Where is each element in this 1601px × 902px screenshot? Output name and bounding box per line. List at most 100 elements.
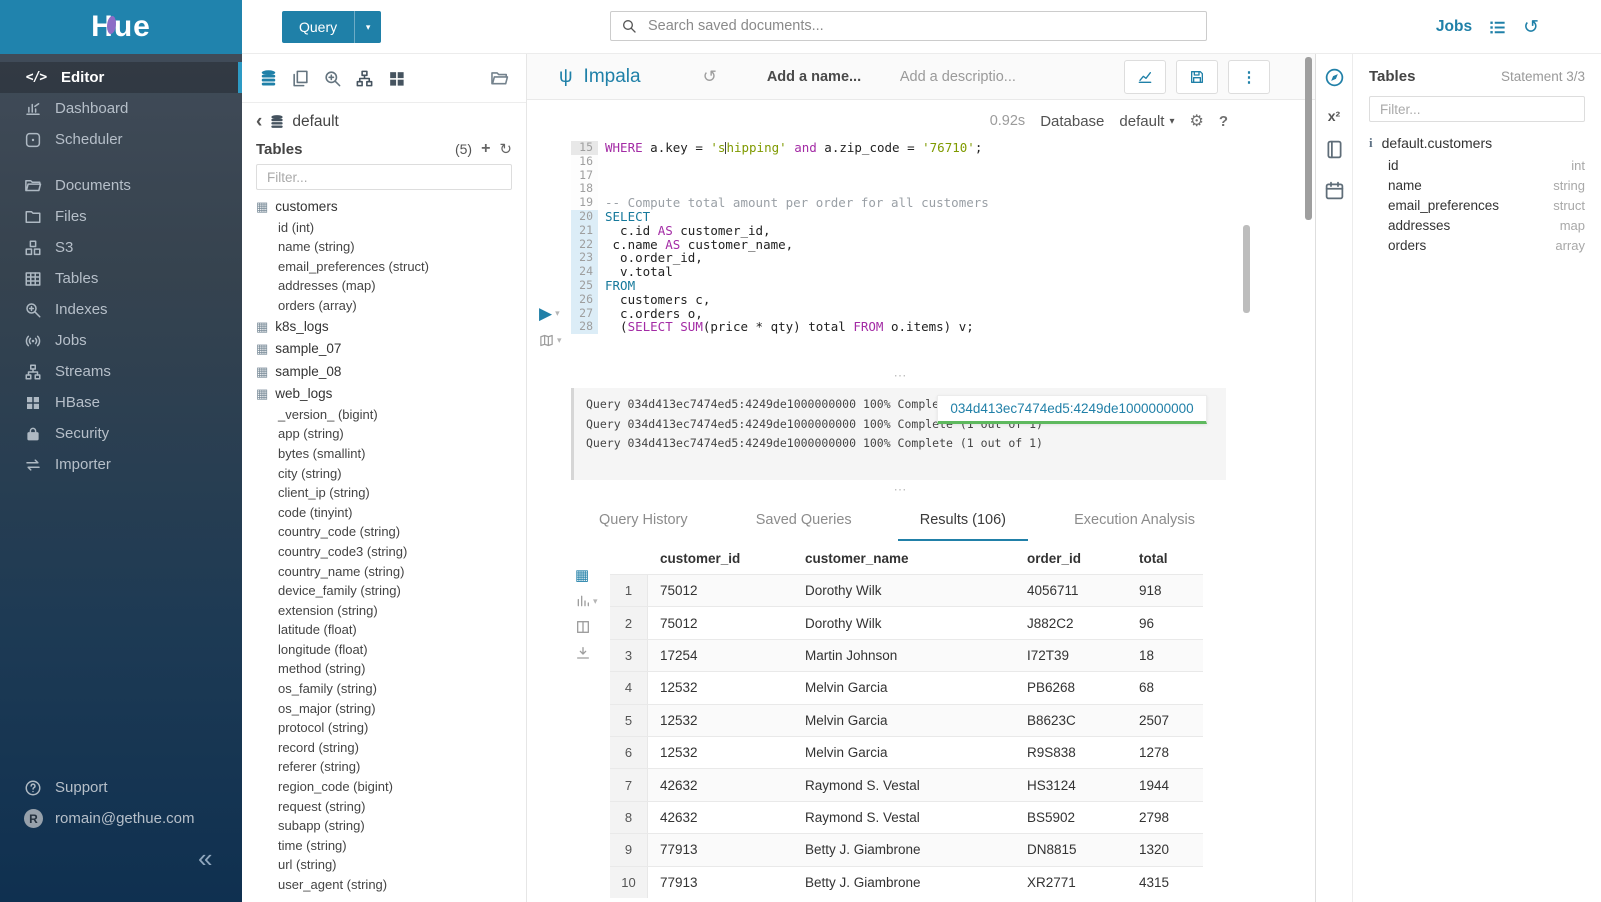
assist-column[interactable]: region_code (bigint) <box>242 777 526 797</box>
schema-filter-input[interactable] <box>1378 101 1576 118</box>
schema-column-id[interactable]: idint <box>1388 155 1585 175</box>
assist-column[interactable]: protocol (string) <box>242 718 526 738</box>
tab-saved-queries[interactable]: Saved Queries <box>734 506 874 541</box>
sidebar-item-documents[interactable]: Documents <box>0 170 242 201</box>
sidebar-item-files[interactable]: Files <box>0 201 242 232</box>
assist-table-sample-08[interactable]: ▦sample_08 <box>242 360 526 382</box>
sidebar-item-streams[interactable]: Streams <box>0 356 242 387</box>
assist-column[interactable]: os_family (string) <box>242 679 526 699</box>
schema-table-row[interactable]: i default.customers <box>1369 135 1585 151</box>
assist-column[interactable]: email_preferences (struct) <box>242 256 526 276</box>
assist-filter[interactable] <box>256 164 512 190</box>
assist-column[interactable]: code (tinyint) <box>242 502 526 522</box>
main-scrollbar[interactable] <box>1305 57 1312 220</box>
assist-column[interactable]: device_family (string) <box>242 581 526 601</box>
query-button-label[interactable]: Query <box>282 11 354 43</box>
sidebar-item-support[interactable]: Support <box>0 772 242 803</box>
tab-execution-analysis[interactable]: Execution Analysis <box>1052 506 1217 541</box>
sidebar-item-editor[interactable]: </>Editor <box>0 62 242 93</box>
sidebar-item-hbase[interactable]: HBase <box>0 387 242 418</box>
query-history-icon[interactable]: ↺ <box>703 67 717 87</box>
new-query-button[interactable]: Query ▾ <box>282 11 381 43</box>
assist-column[interactable]: extension (string) <box>242 600 526 620</box>
assist-column[interactable]: country_code3 (string) <box>242 542 526 562</box>
jobs-link[interactable]: Jobs <box>1436 18 1472 36</box>
assist-column[interactable]: longitude (float) <box>242 640 526 660</box>
job-id-link[interactable]: 034d413ec7474ed5:4249de1000000000 <box>937 395 1207 424</box>
tab-results-106-[interactable]: Results (106) <box>898 506 1028 541</box>
schema-table-name[interactable]: default.customers <box>1382 135 1493 151</box>
back-chevron-icon[interactable]: ‹ <box>256 112 262 131</box>
tab-query-history[interactable]: Query History <box>577 506 710 541</box>
results-resize-handle[interactable]: ⋯ <box>571 482 1231 498</box>
help-icon[interactable]: ? <box>1219 113 1228 130</box>
document-search[interactable] <box>610 11 1207 41</box>
collapse-sidebar-icon[interactable]: « <box>198 843 212 874</box>
assist-column[interactable]: name (string) <box>242 237 526 257</box>
assist-column[interactable]: _version_ (bigint) <box>242 404 526 424</box>
sidebar-item-tables[interactable]: Tables <box>0 263 242 294</box>
assist-column[interactable]: method (string) <box>242 659 526 679</box>
assist-column[interactable]: referer (string) <box>242 757 526 777</box>
grid-view-icon[interactable]: ▦ <box>575 568 589 583</box>
query-description-input[interactable] <box>898 68 1032 86</box>
sidebar-item-indexes[interactable]: Indexes <box>0 294 242 325</box>
assist-table-sample-07[interactable]: ▦sample_07 <box>242 338 526 360</box>
assist-column[interactable]: client_ip (string) <box>242 483 526 503</box>
assist-column[interactable]: addresses (map) <box>242 276 526 296</box>
schema-column-addresses[interactable]: addressesmap <box>1388 216 1585 236</box>
schema-column-email-preferences[interactable]: email_preferencesstruct <box>1388 195 1585 215</box>
save-button[interactable] <box>1176 60 1218 94</box>
schema-filter[interactable] <box>1369 96 1585 122</box>
assist-column[interactable]: latitude (float) <box>242 620 526 640</box>
settings-gear-icon[interactable]: ⚙ <box>1189 111 1203 131</box>
add-table-icon[interactable]: + <box>481 140 490 158</box>
assist-column[interactable]: country_name (string) <box>242 561 526 581</box>
schema-column-name[interactable]: namestring <box>1388 175 1585 195</box>
info-icon[interactable]: i <box>1369 135 1373 151</box>
database-name[interactable]: default <box>292 113 339 131</box>
assist-column[interactable]: id (int) <box>242 217 526 237</box>
assist-column[interactable]: request (string) <box>242 796 526 816</box>
assist-column[interactable]: os_major (string) <box>242 698 526 718</box>
assist-column[interactable]: subapp (string) <box>242 816 526 836</box>
assist-column[interactable]: orders (array) <box>242 296 526 316</box>
explain-button[interactable]: ▾ <box>539 333 562 348</box>
assist-column[interactable]: city (string) <box>242 463 526 483</box>
more-actions-button[interactable]: ⋮ <box>1228 60 1270 94</box>
documents-copy-icon[interactable] <box>291 69 310 88</box>
jobs-list-icon[interactable] <box>1488 18 1507 37</box>
databases-icon[interactable] <box>259 69 278 88</box>
execute-options-caret[interactable]: ▾ <box>555 308 560 319</box>
refresh-icon[interactable]: ↻ <box>499 140 512 158</box>
download-icon[interactable] <box>575 645 591 661</box>
database-select[interactable]: default▾ <box>1119 113 1174 130</box>
assist-column[interactable]: url (string) <box>242 855 526 875</box>
language-reference-icon[interactable] <box>1324 139 1345 165</box>
chart-button[interactable] <box>1124 60 1166 94</box>
editor-scrollbar[interactable] <box>1243 225 1250 313</box>
chart-view-icon[interactable]: ▾ <box>575 593 598 609</box>
sidebar-item-s3[interactable]: S3 <box>0 232 242 263</box>
sidebar-item-importer[interactable]: Importer <box>0 449 242 480</box>
sidebar-item-dashboard[interactable]: Dashboard <box>0 93 242 124</box>
assist-table-k8s-logs[interactable]: ▦k8s_logs <box>242 315 526 337</box>
query-name-input[interactable] <box>765 68 884 86</box>
assist-column[interactable]: user_agent (string) <box>242 875 526 895</box>
explain-options-caret[interactable]: ▾ <box>557 335 562 346</box>
assist-column[interactable]: country_code (string) <box>242 522 526 542</box>
history-icon[interactable]: ↺ <box>1523 18 1539 37</box>
columns-view-icon[interactable] <box>575 619 591 635</box>
sidebar-item-scheduler[interactable]: Scheduler <box>0 124 242 155</box>
schedule-icon[interactable] <box>1324 180 1345 206</box>
assist-column[interactable]: bytes (smallint) <box>242 444 526 464</box>
apps-grid-icon[interactable] <box>387 69 406 88</box>
sidebar-item-user[interactable]: R romain@gethue.com <box>0 803 242 834</box>
sidebar-item-security[interactable]: Security <box>0 418 242 449</box>
log-resize-handle[interactable]: ⋯ <box>571 368 1231 384</box>
assist-filter-input[interactable] <box>265 169 503 186</box>
assist-table-web-logs[interactable]: ▦web_logs <box>242 382 526 404</box>
sql-code-editor[interactable]: 15WHERE a.key = 'shipping' and a.zip_cod… <box>571 141 989 334</box>
schema-column-orders[interactable]: ordersarray <box>1388 236 1585 256</box>
editor-assistant-icon[interactable] <box>1324 67 1345 93</box>
